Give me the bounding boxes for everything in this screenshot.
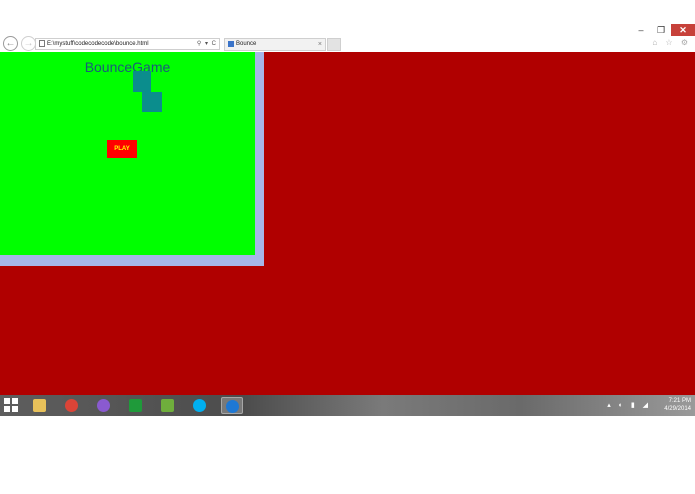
chrome-icon	[65, 399, 78, 412]
address-url: E:\mystuff\codecodecode\bounce.html	[47, 41, 149, 47]
file-explorer-icon	[33, 399, 46, 412]
address-bar[interactable]: E:\mystuff\codecodecode\bounce.html ⚲ ▾ …	[35, 38, 220, 50]
taskbar-app-store[interactable]	[125, 397, 147, 414]
clock[interactable]: 7:21 PM 4/29/2014	[664, 397, 691, 413]
taskbar-app-skype[interactable]	[189, 397, 211, 414]
photos-icon	[161, 399, 174, 412]
back-button[interactable]: ←	[3, 36, 18, 51]
store-icon	[129, 399, 142, 412]
tab-title: Bounce	[236, 41, 257, 47]
taskbar-app-file-explorer[interactable]	[29, 397, 51, 414]
page-viewport: BounceGame PLAY	[0, 52, 695, 395]
forward-button[interactable]: →	[21, 36, 36, 51]
tab-bounce[interactable]: Bounce ×	[224, 38, 326, 51]
address-tools[interactable]: ⚲ ▾ C	[197, 39, 217, 49]
taskbar-app-internet-explorer[interactable]	[221, 397, 243, 414]
clock-date: 4/29/2014	[664, 406, 691, 412]
bounce-block-2	[142, 92, 162, 112]
skype-icon	[193, 399, 206, 412]
toolbar-icons[interactable]: ⌂ ☆ ⚙	[652, 38, 691, 47]
taskbar: ▴ ◐ ▮ ◢ 7:21 PM 4/29/2014	[0, 395, 695, 416]
window-controls: – ❐ ✕	[631, 24, 695, 36]
close-button[interactable]: ✕	[671, 24, 695, 36]
bounce-block-1	[133, 71, 151, 92]
windows-start-icon[interactable]	[4, 398, 19, 413]
tray-icons[interactable]: ▴ ◐ ▮ ◢	[607, 401, 651, 409]
new-tab-button[interactable]	[327, 38, 341, 51]
game-canvas[interactable]: BounceGame PLAY	[0, 52, 255, 255]
clock-time: 7:21 PM	[668, 398, 691, 404]
browser-chrome: – ❐ ✕ ← → E:\mystuff\codecodecode\bounce…	[0, 24, 695, 52]
tab-close-icon[interactable]: ×	[318, 39, 322, 50]
game-frame: BounceGame PLAY	[0, 52, 264, 266]
minimize-button[interactable]: –	[631, 24, 651, 36]
taskbar-app-photos[interactable]	[157, 397, 179, 414]
ie-page-icon	[228, 41, 234, 47]
restore-button[interactable]: ❐	[651, 24, 671, 36]
taskbar-app-media[interactable]	[93, 397, 115, 414]
game-title: BounceGame	[84, 59, 171, 75]
play-button[interactable]: PLAY	[107, 140, 137, 158]
page-icon	[39, 40, 45, 47]
taskbar-app-chrome[interactable]	[61, 397, 83, 414]
internet-explorer-icon	[226, 400, 239, 413]
media-icon	[97, 399, 110, 412]
